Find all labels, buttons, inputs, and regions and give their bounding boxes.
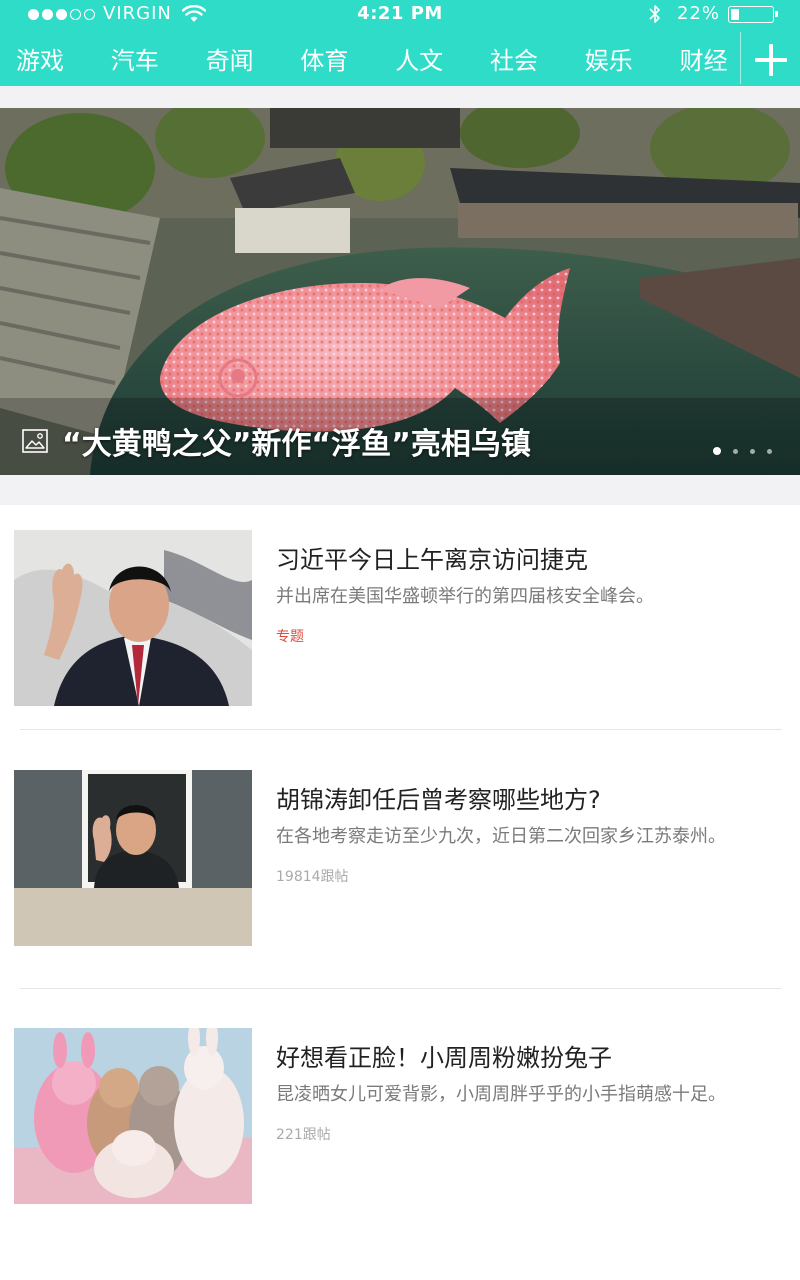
tab-4[interactable]: 体育 [284,30,364,86]
bluetooth-icon [649,5,660,23]
pager-dot[interactable] [767,448,772,454]
article-description: 昆凌晒女儿可爱背影，小周周胖乎乎的小手指萌感十足。 [276,1084,726,1105]
article-thumbnail [14,530,252,706]
comment-count: 221跟帖 [276,1127,331,1143]
article-description: 并出席在美国华盛顿举行的第四届核安全峰会。 [276,586,654,607]
comment-count: 19814跟帖 [276,869,349,885]
category-nav: 游戏 汽车 奇闻 体育 人文 社会 娱乐 财经 [0,30,800,86]
article-item[interactable]: 习近平今日上午离京访问捷克 并出席在美国华盛顿举行的第四届核安全峰会。 专题 [0,530,800,710]
spacer-middle [0,475,800,505]
status-bar: VIRGIN 4:21 PM 22% [0,0,800,28]
photo-icon [22,429,48,453]
article-item[interactable]: 好想看正脸！小周周粉嫩扮兔子 昆凌晒女儿可爱背影，小周周胖乎乎的小手指萌感十足。… [0,1028,800,1208]
tab-3[interactable]: 奇闻 [190,30,270,86]
topic-tag: 专题 [276,629,304,645]
article-title: 好想看正脸！小周周粉嫩扮兔子 [276,1044,612,1072]
tab-8[interactable]: 财经 [664,30,744,86]
article-item[interactable]: 胡锦涛卸任后曾考察哪些地方? 在各地考察走访至少九次，近日第二次回家乡江苏泰州。… [0,770,800,950]
tab-1[interactable]: 游戏 [0,30,80,86]
article-thumbnail [14,770,252,946]
battery-percent: 22% [676,3,720,24]
spacer-top [0,86,800,108]
hero-title: “大黄鸭之父”新作“浮鱼”亮相乌镇 [62,427,531,462]
tab-2[interactable]: 汽车 [95,30,175,86]
status-right: 22% [647,0,778,28]
pager-dot[interactable] [713,447,721,455]
hero-pager [713,447,772,455]
tab-6[interactable]: 社会 [474,30,554,86]
article-description: 在各地考察走访至少九次，近日第二次回家乡江苏泰州。 [276,826,726,847]
tab-7[interactable]: 娱乐 [569,30,649,86]
article-title: 习近平今日上午离京访问捷克 [276,546,588,574]
tab-5[interactable]: 人文 [379,30,459,86]
hero-banner[interactable]: “大黄鸭之父”新作“浮鱼”亮相乌镇 [0,108,800,475]
article-title: 胡锦涛卸任后曾考察哪些地方? [276,786,601,814]
divider [20,729,782,730]
nav-tabs: 游戏 汽车 奇闻 体育 人文 社会 娱乐 财经 [0,30,740,86]
divider [20,988,782,989]
article-thumbnail [14,1028,252,1204]
battery-icon [728,5,778,23]
app-header: VIRGIN 4:21 PM 22% 游戏 汽车 奇闻 体育 人文 社会 娱乐 财经 [0,0,800,86]
add-category-button[interactable] [741,30,800,86]
battery-level-fill [731,8,739,20]
pager-dot[interactable] [750,448,755,454]
pager-dot[interactable] [733,448,738,454]
hero-caption: “大黄鸭之父”新作“浮鱼”亮相乌镇 [22,419,680,463]
